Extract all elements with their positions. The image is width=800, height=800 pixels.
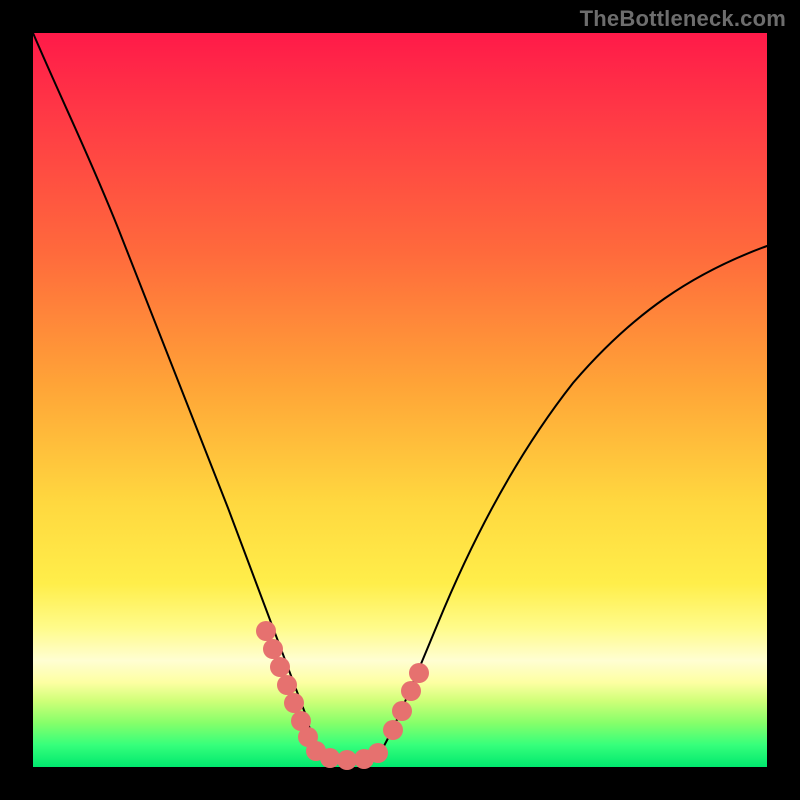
marker-left [256,621,388,770]
watermark-text: TheBottleneck.com [580,6,786,32]
chart-frame: TheBottleneck.com [0,0,800,800]
curve-svg [33,33,767,767]
plot-area [33,33,767,767]
right-curve [378,246,767,756]
